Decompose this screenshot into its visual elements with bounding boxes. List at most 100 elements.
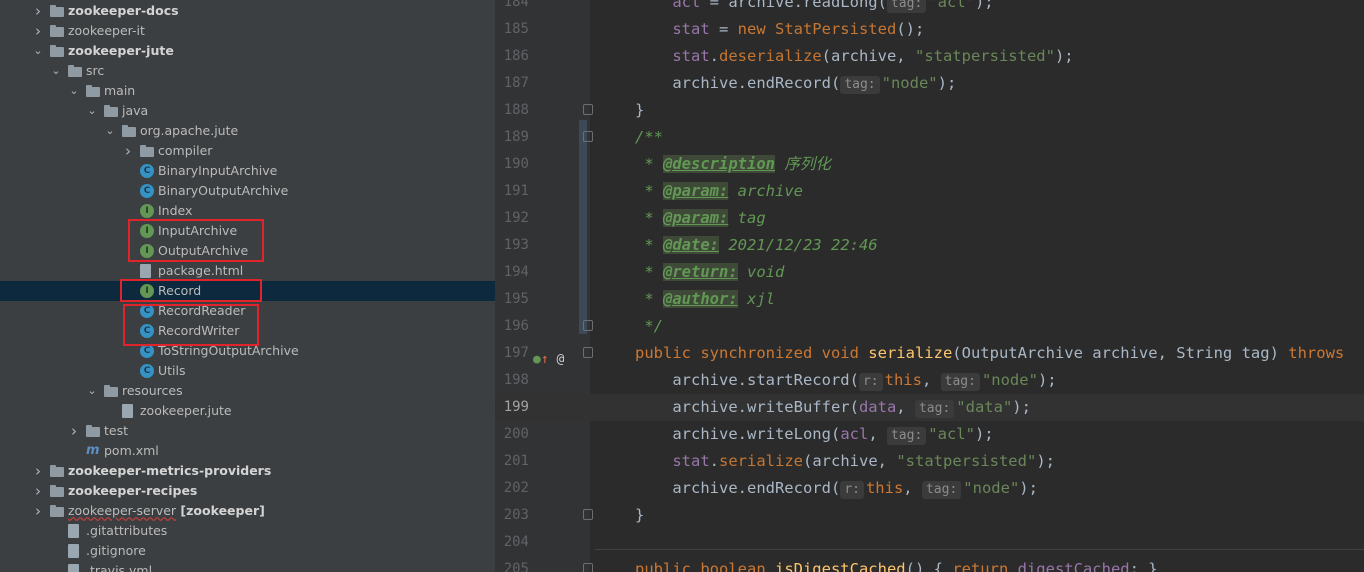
code-line[interactable]: 195 * @author: xjl xyxy=(495,286,1364,313)
code-line[interactable]: 189 /** xyxy=(495,124,1364,151)
line-number: 185 xyxy=(503,21,529,37)
code-text[interactable]: */ xyxy=(635,313,663,340)
chevron-right-icon[interactable]: › xyxy=(32,461,44,481)
tree-item[interactable]: › zookeeper-metrics-providers xyxy=(0,461,495,481)
code-text[interactable]: archive.writeLong(acl, tag: "acl"); xyxy=(635,421,994,448)
chevron-right-icon[interactable]: › xyxy=(32,21,44,41)
code-line[interactable]: 188} xyxy=(495,97,1364,124)
code-text[interactable]: * @return: void xyxy=(635,259,784,286)
tree-item[interactable]: ⌄ main xyxy=(0,81,495,101)
tree-item[interactable]: m pom.xml xyxy=(0,441,495,461)
tree-item[interactable]: ⌄ zookeeper-jute xyxy=(0,41,495,61)
tree-item[interactable]: zookeeper.jute xyxy=(0,401,495,421)
code-text[interactable]: public boolean isDigestCached() { return… xyxy=(635,556,1158,572)
code-text[interactable]: archive.endRecord(r: this, tag: "node"); xyxy=(635,475,1038,502)
code-text[interactable]: stat.deserialize(archive, "statpersisted… xyxy=(635,43,1073,70)
tree-item[interactable]: › compiler xyxy=(0,141,495,161)
code-text[interactable]: * @author: xjl xyxy=(635,286,775,313)
tree-item[interactable]: I Index xyxy=(0,201,495,221)
chevron-right-icon[interactable]: › xyxy=(32,501,44,521)
code-line[interactable]: 203} xyxy=(495,502,1364,529)
fold-icon[interactable] xyxy=(583,347,593,358)
tree-item[interactable]: .gitignore xyxy=(0,541,495,561)
module-folder-icon xyxy=(50,485,64,497)
class-icon: C xyxy=(140,344,154,358)
code-text[interactable]: archive.endRecord(tag: "node"); xyxy=(635,70,956,97)
tree-item[interactable]: ⌄ src xyxy=(0,61,495,81)
code-line[interactable]: 193 * @date: 2021/12/23 22:46 xyxy=(495,232,1364,259)
code-line[interactable]: 201 stat.serialize(archive, "statpersist… xyxy=(495,448,1364,475)
code-line[interactable]: 204 xyxy=(495,529,1364,556)
tree-item[interactable]: › zookeeper-recipes xyxy=(0,481,495,501)
chevron-right-icon[interactable]: › xyxy=(32,481,44,501)
tree-item[interactable]: C BinaryOutputArchive xyxy=(0,181,495,201)
code-text[interactable]: /** xyxy=(635,124,663,151)
code-text[interactable]: stat.serialize(archive, "statpersisted")… xyxy=(635,448,1055,475)
tree-item[interactable]: .gitattributes xyxy=(0,521,495,541)
code-line[interactable]: 191 * @param: archive xyxy=(495,178,1364,205)
tree-item[interactable]: package.html xyxy=(0,261,495,281)
package-icon xyxy=(122,125,136,137)
tree-item[interactable]: ⌄ org.apache.jute xyxy=(0,121,495,141)
code-text[interactable]: public synchronized void serialize(Outpu… xyxy=(635,340,1344,367)
code-text[interactable]: * @param: archive xyxy=(635,178,803,205)
line-number: 200 xyxy=(503,426,529,442)
tree-item[interactable]: C BinaryInputArchive xyxy=(0,161,495,181)
chevron-down-icon[interactable]: ⌄ xyxy=(86,381,98,401)
code-text[interactable]: acl = archive.readLong(tag: "acl"); xyxy=(635,0,994,16)
code-line[interactable]: 200 archive.writeLong(acl, tag: "acl"); xyxy=(495,421,1364,448)
tree-item[interactable]: › zookeeper-docs xyxy=(0,1,495,21)
code-line[interactable]: 190 * @description 序列化 xyxy=(495,151,1364,178)
tree-item[interactable]: C Utils xyxy=(0,361,495,381)
chevron-right-icon[interactable]: › xyxy=(68,421,80,441)
tree-item[interactable]: › zookeeper-it xyxy=(0,21,495,41)
code-line[interactable]: 185 stat = new StatPersisted(); xyxy=(495,16,1364,43)
chevron-right-icon[interactable]: › xyxy=(32,1,44,21)
line-number: 203 xyxy=(503,507,529,523)
code-line[interactable]: 184 acl = archive.readLong(tag: "acl"); xyxy=(495,0,1364,16)
code-text[interactable]: } xyxy=(635,97,644,124)
code-text[interactable]: * @param: tag xyxy=(635,205,766,232)
tree-item-label: java xyxy=(122,103,149,118)
chevron-down-icon[interactable]: ⌄ xyxy=(50,61,62,81)
code-line[interactable]: 202 archive.endRecord(r: this, tag: "node"… xyxy=(495,475,1364,502)
folder-icon xyxy=(50,25,64,37)
chevron-down-icon[interactable]: ⌄ xyxy=(32,41,44,61)
line-number: 198 xyxy=(503,372,529,388)
line-number: 188 xyxy=(503,102,529,118)
code-text[interactable]: } xyxy=(635,502,644,529)
tree-item[interactable]: › test xyxy=(0,421,495,441)
fold-icon[interactable] xyxy=(583,320,593,331)
code-editor[interactable]: 184 acl = archive.readLong(tag: "acl"); 18… xyxy=(495,0,1364,572)
code-text[interactable]: archive.startRecord(r: this, tag: "node"); xyxy=(635,367,1057,394)
tree-item[interactable]: .travis.yml xyxy=(0,561,495,572)
fold-icon[interactable] xyxy=(583,509,593,520)
code-line[interactable]: 205 public boolean isDigestCached() { ret… xyxy=(495,556,1364,572)
code-line[interactable]: 196 */ xyxy=(495,313,1364,340)
code-text[interactable]: * @date: 2021/12/23 22:46 xyxy=(635,232,878,259)
fold-icon[interactable] xyxy=(583,563,593,572)
code-line[interactable]: 192 * @param: tag xyxy=(495,205,1364,232)
code-line[interactable]: 198 archive.startRecord(r: this, tag: "nod… xyxy=(495,367,1364,394)
line-number: 199 xyxy=(503,399,529,415)
code-line[interactable]: 199 archive.writeBuffer(data, tag: "data"… xyxy=(495,394,1364,421)
chevron-right-icon[interactable]: › xyxy=(122,141,134,161)
code-line[interactable]: 186 stat.deserialize(archive, "statpersi… xyxy=(495,43,1364,70)
tree-item[interactable]: ⌄ java xyxy=(0,101,495,121)
chevron-down-icon[interactable]: ⌄ xyxy=(86,101,98,121)
code-text[interactable]: stat = new StatPersisted(); xyxy=(635,16,924,43)
code-text[interactable]: * @description 序列化 xyxy=(635,151,831,178)
fold-icon[interactable] xyxy=(583,104,593,115)
fold-icon[interactable] xyxy=(583,131,593,142)
code-line[interactable]: 197 public synchronized void serialize(Ou… xyxy=(495,340,1364,367)
class-icon: C xyxy=(140,364,154,378)
highlight-box-archives xyxy=(128,219,264,262)
code-line[interactable]: 194 * @return: void xyxy=(495,259,1364,286)
code-text[interactable]: archive.writeBuffer(data, tag: "data"); xyxy=(635,394,1031,421)
tree-item[interactable]: ⌄ resources xyxy=(0,381,495,401)
chevron-down-icon[interactable]: ⌄ xyxy=(104,121,116,141)
code-line[interactable]: 187 archive.endRecord(tag: "node"); xyxy=(495,70,1364,97)
chevron-down-icon[interactable]: ⌄ xyxy=(68,81,80,101)
line-number: 191 xyxy=(503,183,529,199)
tree-item[interactable]: › zookeeper-server [zookeeper] xyxy=(0,501,495,521)
